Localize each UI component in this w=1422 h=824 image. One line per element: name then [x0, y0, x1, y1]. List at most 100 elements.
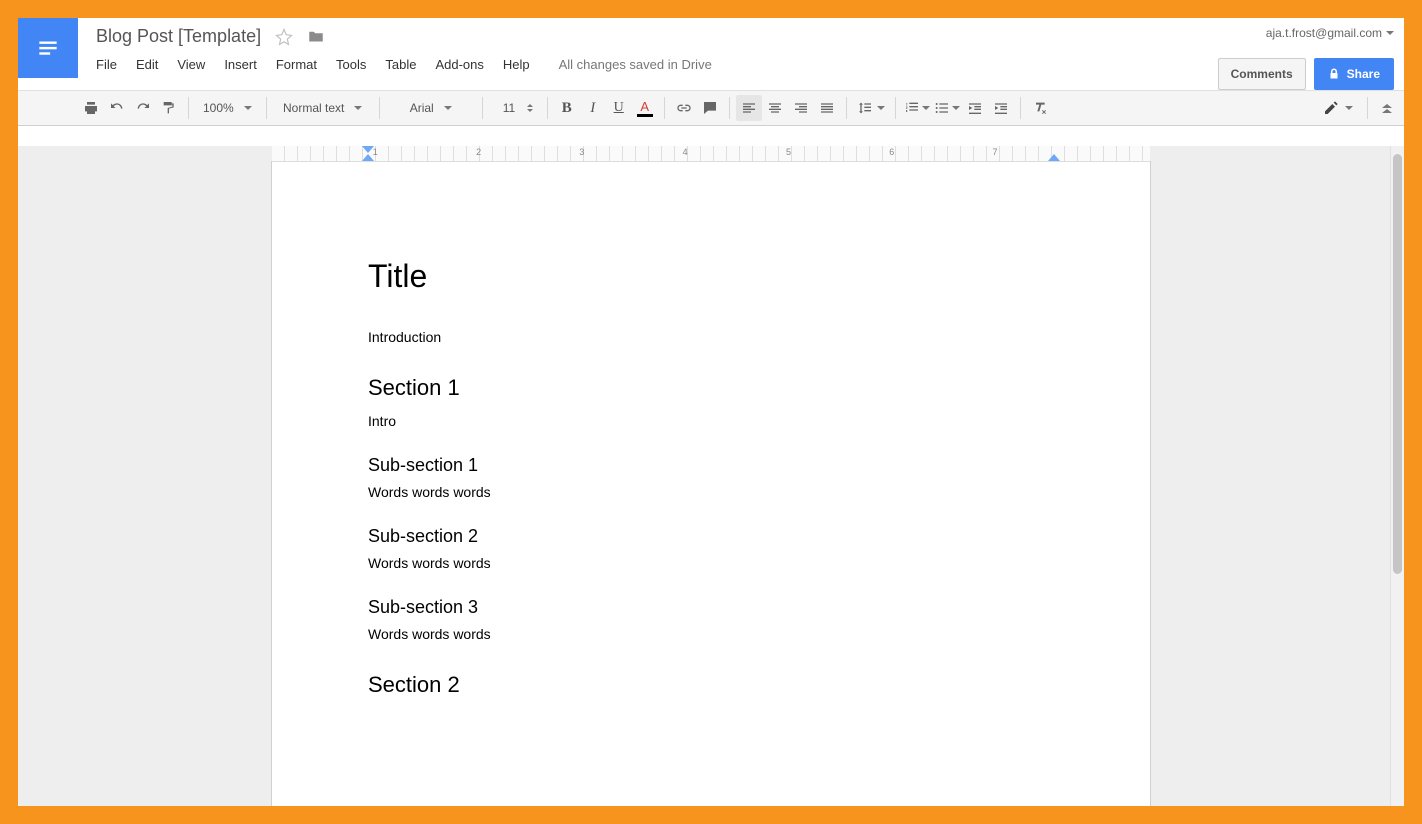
ruler[interactable]: 1234567 [272, 146, 1150, 162]
menu-bar: File Edit View Insert Format Tools Table Add-on… [96, 57, 1218, 72]
editing-mode-dropdown[interactable] [1315, 95, 1361, 121]
menu-format[interactable]: Format [276, 57, 317, 72]
align-right-icon [793, 100, 809, 116]
scrollbar-thumb[interactable] [1393, 154, 1402, 574]
font-dropdown[interactable]: Arial [386, 95, 476, 121]
align-justify-button[interactable] [814, 95, 840, 121]
font-size-stepper[interactable]: 11 [489, 95, 541, 121]
ruler-number: 3 [579, 147, 584, 157]
align-center-button[interactable] [762, 95, 788, 121]
save-status: All changes saved in Drive [559, 57, 712, 72]
lock-icon [1328, 68, 1340, 80]
line-spacing-dropdown[interactable] [853, 95, 889, 121]
docs-logo[interactable] [18, 18, 78, 78]
doc-p[interactable]: Words words words [368, 626, 1054, 642]
hide-menus-button[interactable] [1374, 95, 1400, 121]
zoom-value: 100% [203, 101, 234, 115]
toolbar: 100% Normal text Arial 11 B I U [18, 90, 1404, 126]
bulleted-list-button[interactable] [932, 95, 962, 121]
menu-insert[interactable]: Insert [224, 57, 257, 72]
print-icon [83, 100, 99, 116]
insert-link-button[interactable] [671, 95, 697, 121]
font-size-up[interactable] [527, 104, 533, 107]
menu-file[interactable]: File [96, 57, 117, 72]
clear-formatting-button[interactable] [1027, 95, 1053, 121]
undo-button[interactable] [104, 95, 130, 121]
menu-view[interactable]: View [177, 57, 205, 72]
caret-down-icon [877, 106, 885, 110]
link-icon [676, 100, 692, 116]
increase-indent-icon [993, 100, 1009, 116]
underline-button[interactable]: U [606, 95, 632, 121]
doc-h2[interactable]: Sub-section 2 [368, 526, 1054, 547]
folder-icon[interactable] [307, 28, 325, 46]
separator [547, 97, 548, 119]
paragraph-style-dropdown[interactable]: Normal text [273, 95, 373, 121]
separator [379, 97, 380, 119]
caret-down-icon [1386, 31, 1394, 35]
separator [846, 97, 847, 119]
doc-p[interactable]: Intro [368, 413, 1054, 429]
redo-icon [135, 100, 151, 116]
font-value: Arial [410, 101, 434, 115]
align-left-button[interactable] [736, 95, 762, 121]
comments-button[interactable]: Comments [1218, 58, 1306, 90]
menu-edit[interactable]: Edit [136, 57, 158, 72]
caret-down-icon [354, 106, 362, 110]
share-button[interactable]: Share [1314, 58, 1394, 90]
caret-down-icon [444, 106, 452, 110]
menu-tools[interactable]: Tools [336, 57, 366, 72]
account-menu[interactable]: aja.t.frost@gmail.com [1266, 26, 1394, 40]
caret-down-icon [922, 106, 930, 110]
separator [266, 97, 267, 119]
separator [664, 97, 665, 119]
doc-p[interactable]: Words words words [368, 555, 1054, 571]
menu-help[interactable]: Help [503, 57, 530, 72]
bulleted-list-icon [934, 100, 950, 116]
print-button[interactable] [78, 95, 104, 121]
header-right: aja.t.frost@gmail.com Comments Share [1218, 18, 1394, 90]
align-right-button[interactable] [788, 95, 814, 121]
doc-h2[interactable]: Sub-section 1 [368, 455, 1054, 476]
doc-h1[interactable]: Section 2 [368, 672, 1054, 698]
separator [895, 97, 896, 119]
redo-button[interactable] [130, 95, 156, 121]
caret-down-icon [1345, 106, 1353, 110]
bold-button[interactable]: B [554, 95, 580, 121]
document-page[interactable]: Title Introduction Section 1 Intro Sub-secti… [272, 162, 1150, 806]
line-spacing-icon [857, 100, 873, 116]
text-color-button[interactable]: A [632, 95, 658, 121]
separator [1020, 97, 1021, 119]
ruler-number: 6 [889, 147, 894, 157]
menu-table[interactable]: Table [385, 57, 416, 72]
doc-h2[interactable]: Sub-section 3 [368, 597, 1054, 618]
font-size-down[interactable] [527, 109, 533, 112]
star-icon[interactable] [275, 28, 293, 46]
vertical-scrollbar[interactable] [1390, 146, 1404, 806]
paint-format-button[interactable] [156, 95, 182, 121]
document-canvas: 1234567 TitleIntroductionSection 1IntroS… [18, 146, 1404, 806]
title-block: Blog Post [Template] FileEditViewInsertF… [78, 18, 1218, 72]
align-center-icon [767, 100, 783, 116]
font-size-value: 11 [497, 101, 525, 115]
zoom-dropdown[interactable]: 100% [195, 95, 260, 121]
doc-title[interactable]: Title [368, 258, 1054, 295]
app-window: Blog Post [Template] FileEditViewInsertF… [18, 18, 1404, 806]
numbered-list-button[interactable] [902, 95, 932, 121]
increase-indent-button[interactable] [988, 95, 1014, 121]
menu-addons[interactable]: Add-ons [435, 57, 483, 72]
italic-button[interactable]: I [580, 95, 606, 121]
decrease-indent-button[interactable] [962, 95, 988, 121]
doc-p[interactable]: Introduction [368, 329, 1054, 345]
docs-icon [35, 35, 61, 61]
doc-p[interactable]: Words words words [368, 484, 1054, 500]
text-color-icon: A [640, 100, 649, 113]
document-title[interactable]: Blog Post [Template] [96, 26, 261, 47]
ruler-number: 2 [476, 147, 481, 157]
right-indent-marker[interactable] [1048, 154, 1060, 161]
doc-h1[interactable]: Section 1 [368, 375, 1054, 401]
insert-comment-button[interactable] [697, 95, 723, 121]
align-justify-icon [819, 100, 835, 116]
ruler-number: 7 [993, 147, 998, 157]
chevron-up-icon [1382, 104, 1392, 108]
